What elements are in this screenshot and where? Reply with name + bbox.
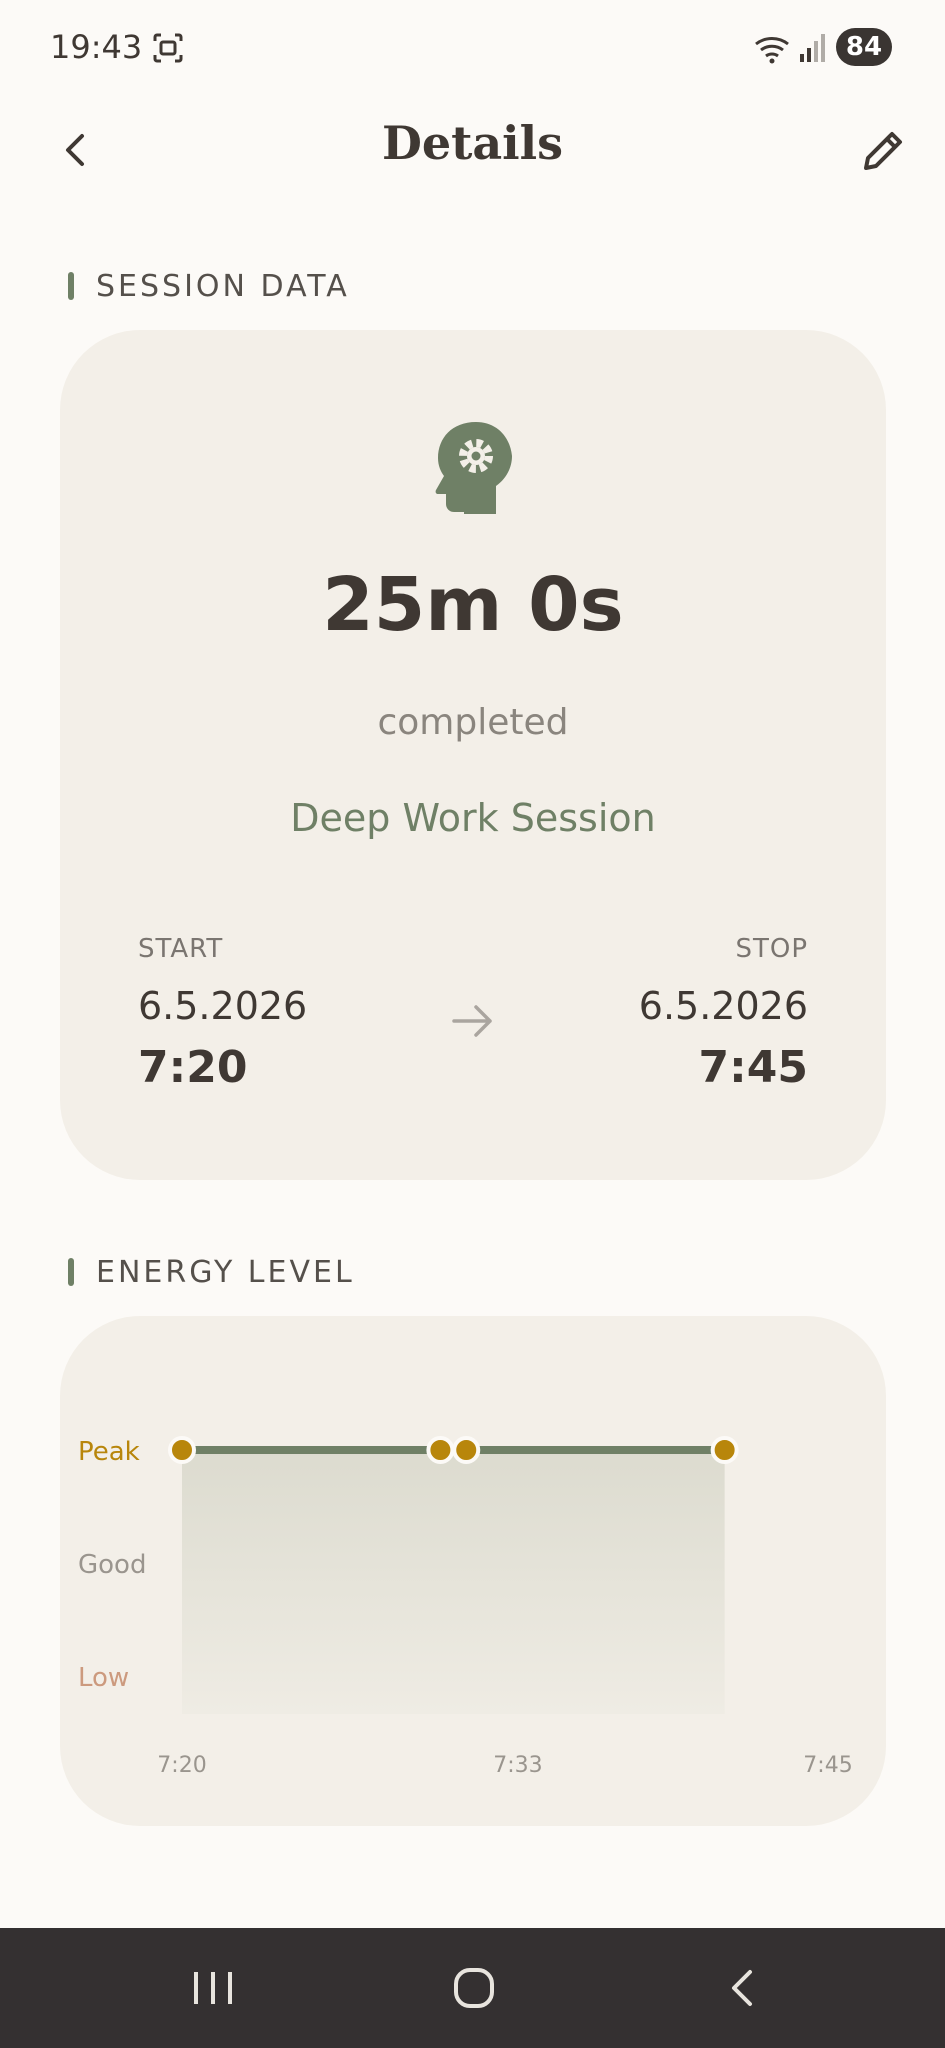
x-tick-label: 7:20: [157, 1753, 206, 1778]
nav-back-icon[interactable]: [724, 1966, 760, 2010]
session-duration: 25m 0s: [322, 562, 624, 648]
status-time: 19:43: [50, 28, 143, 66]
session-card: 25m 0s completed Deep Work Session START…: [60, 330, 886, 1180]
energy-point[interactable]: [168, 1436, 196, 1464]
recent-apps-icon[interactable]: [190, 1966, 236, 2010]
start-time: 7:20: [138, 1042, 248, 1093]
y-level-label-good: Good: [78, 1550, 146, 1580]
stop-label: STOP: [735, 934, 808, 964]
screenshot-icon: [153, 33, 183, 63]
x-tick-label: 7:33: [493, 1753, 542, 1778]
start-label: START: [138, 934, 224, 964]
section-marker: [68, 1258, 74, 1286]
system-nav-bar: [0, 1928, 945, 2048]
arrow-right-icon: [452, 1005, 492, 1037]
section-label-text: ENERGY LEVEL: [96, 1254, 355, 1290]
energy-chart-card: Low Good Peak 7:20 7:33 7:45: [60, 1316, 886, 1826]
section-label-session-data: SESSION DATA: [68, 266, 350, 306]
x-tick-label: 7:45: [803, 1753, 852, 1778]
start-date: 6.5.2026: [138, 984, 308, 1028]
section-marker: [68, 272, 74, 300]
energy-area-fill: [182, 1450, 725, 1714]
section-label-energy-level: ENERGY LEVEL: [68, 1252, 355, 1292]
home-icon[interactable]: [452, 1964, 496, 2012]
stop-time: 7:45: [698, 1042, 808, 1093]
page-title: Details: [381, 116, 564, 170]
energy-point[interactable]: [426, 1436, 455, 1464]
wifi-icon: [755, 37, 789, 64]
energy-point[interactable]: [452, 1436, 481, 1464]
energy-point[interactable]: [710, 1436, 739, 1464]
session-name: Deep Work Session: [290, 796, 656, 840]
head-gear-icon: [435, 422, 512, 514]
screen: 19:43 84 Details SESSION DATA 25m 0s com…: [0, 0, 945, 2048]
y-level-label-peak: Peak: [78, 1437, 140, 1467]
stop-date: 6.5.2026: [638, 984, 808, 1028]
edit-pencil-icon[interactable]: [856, 122, 912, 178]
energy-chart: Low Good Peak 7:20 7:33 7:45: [78, 1436, 853, 1778]
section-label-text: SESSION DATA: [96, 268, 350, 304]
y-level-label-low: Low: [78, 1663, 129, 1693]
battery-indicator: 84: [836, 28, 892, 66]
session-status: completed: [377, 702, 569, 743]
signal-icon: [800, 34, 825, 62]
status-bar: 19:43 84: [0, 0, 945, 100]
top-app-bar: Details: [0, 100, 945, 200]
